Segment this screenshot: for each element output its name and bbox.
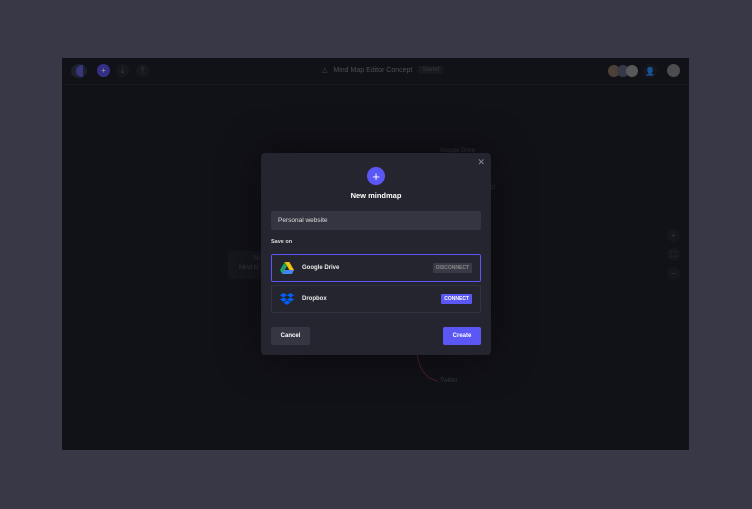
- cancel-button[interactable]: Cancel: [271, 327, 310, 345]
- dialog-title: New mindmap: [350, 191, 402, 200]
- option-dropbox[interactable]: Dropbox CONNECT: [271, 285, 481, 313]
- dropbox-icon: [280, 293, 294, 305]
- option-google-drive[interactable]: Google Drive DISCONNECT: [271, 254, 481, 282]
- disconnect-button[interactable]: DISCONNECT: [432, 263, 472, 273]
- close-icon[interactable]: ✕: [477, 157, 485, 168]
- save-on-label: Save on: [271, 239, 293, 245]
- option-name: Dropbox: [302, 296, 327, 302]
- mindmap-name-input[interactable]: [271, 211, 481, 230]
- option-name: Google Drive: [302, 265, 340, 271]
- connect-button[interactable]: CONNECT: [441, 294, 472, 304]
- new-mindmap-dialog: ✕ + New mindmap Save on Google Drive DIS…: [261, 153, 491, 355]
- google-drive-icon: [280, 262, 294, 274]
- plus-icon: +: [367, 167, 385, 185]
- create-button[interactable]: Create: [443, 327, 481, 345]
